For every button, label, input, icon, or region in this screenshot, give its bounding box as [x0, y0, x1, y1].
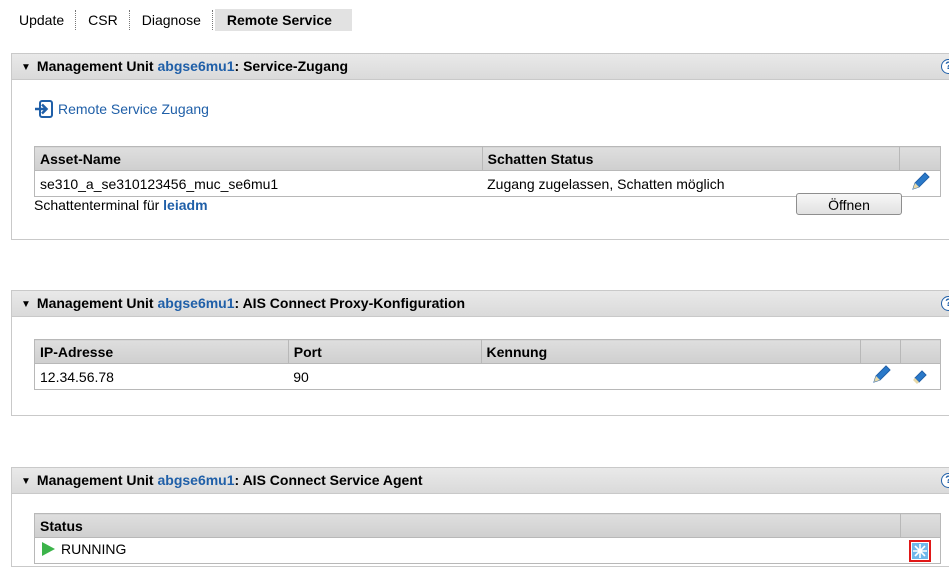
table-header-row: IP-Adresse Port Kennung [34, 339, 941, 364]
tab-csr[interactable]: CSR [76, 9, 130, 31]
header-prefix: Management Unit [36, 58, 158, 74]
table-header-row: Status [33, 513, 941, 538]
proxy-config-panel: ▼ Management Unit abgse6mu1: AIS Connect … [11, 290, 949, 416]
header-suffix: : AIS Connect Proxy-Konfiguration [234, 295, 466, 311]
header-suffix: : Service-Zugang [234, 58, 349, 74]
remove-cell [900, 363, 941, 390]
proxy-table: IP-Adresse Port Kennung 12.34.56.78 90 [34, 339, 941, 390]
management-unit-name: abgse6mu1 [157, 472, 235, 488]
agent-table: Status RUNNING [33, 513, 941, 564]
status-text: RUNNING [61, 541, 127, 557]
column-header-icon [899, 146, 941, 171]
management-unit-name: abgse6mu1 [157, 295, 235, 311]
service-access-panel: ▼ Management Unit abgse6mu1: Service-Zuga… [11, 53, 949, 240]
column-header[interactable]: Kennung [480, 339, 862, 364]
column-header[interactable]: Asset-Name [34, 146, 483, 171]
column-header-icon [860, 339, 901, 364]
service-agent-panel: ▼ Management Unit abgse6mu1: AIS Connect … [11, 467, 949, 567]
column-header-icon [900, 339, 941, 364]
table-row[interactable]: RUNNING [33, 537, 941, 564]
open-button[interactable]: Öffnen [796, 193, 902, 215]
remote-service-link[interactable]: Remote Service Zugang [34, 98, 209, 120]
triangle-down-icon[interactable]: ▼ [21, 476, 31, 487]
eraser-icon[interactable] [909, 364, 931, 386]
status-cell: RUNNING [33, 537, 901, 564]
table-row[interactable]: 12.34.56.78 90 [34, 363, 941, 390]
column-header[interactable]: Schatten Status [481, 146, 901, 171]
proxy-config-header[interactable]: ▼ Management Unit abgse6mu1: AIS Connect … [12, 291, 949, 317]
snowflake-icon [912, 542, 929, 559]
asset-name-cell: se310_a_se310123456_muc_se6mu1 [34, 170, 483, 197]
shadow-user-link[interactable]: leiadm [163, 197, 207, 213]
shadow-terminal-row: Schattenterminal für leiadm [34, 196, 208, 214]
column-header-icon [900, 513, 941, 538]
service-access-header[interactable]: ▼ Management Unit abgse6mu1: Service-Zuga… [12, 54, 949, 80]
tab-remote-service[interactable]: Remote Service [214, 9, 352, 31]
service-agent-header[interactable]: ▼ Management Unit abgse6mu1: AIS Connect … [12, 468, 949, 494]
triangle-down-icon[interactable]: ▼ [21, 62, 31, 73]
header-prefix: Management Unit [36, 472, 158, 488]
help-icon[interactable]: ? [941, 59, 949, 74]
column-header[interactable]: Port [287, 339, 482, 364]
help-icon[interactable]: ? [941, 473, 949, 488]
table-header-row: Asset-Name Schatten Status [34, 146, 941, 171]
pencil-icon[interactable] [870, 364, 892, 386]
port-cell: 90 [288, 363, 481, 390]
id-cell [481, 363, 861, 390]
header-suffix: : AIS Connect Service Agent [234, 472, 423, 488]
edit-cell [860, 363, 901, 390]
ip-cell: 12.34.56.78 [34, 363, 289, 390]
shadow-terminal-label: Schattenterminal für [34, 197, 164, 213]
column-header[interactable]: IP-Adresse [34, 339, 289, 364]
action-cell [900, 537, 941, 564]
asset-table: Asset-Name Schatten Status se310_a_se310… [34, 146, 941, 197]
play-icon [42, 542, 55, 556]
action-button[interactable] [909, 539, 932, 562]
help-icon[interactable]: ? [941, 296, 949, 311]
enter-icon [35, 100, 53, 118]
management-unit-name: abgse6mu1 [157, 58, 235, 74]
tab-update[interactable]: Update [19, 9, 77, 31]
remote-service-link-label[interactable]: Remote Service Zugang [58, 101, 209, 117]
triangle-down-icon[interactable]: ▼ [21, 299, 31, 310]
tab-diagnose[interactable]: Diagnose [130, 9, 214, 31]
header-prefix: Management Unit [36, 295, 158, 311]
column-header[interactable]: Status [33, 513, 902, 538]
tab-bar: Update CSR Diagnose Remote Service [19, 9, 352, 31]
pencil-icon[interactable] [909, 171, 931, 193]
edit-cell [899, 170, 941, 197]
